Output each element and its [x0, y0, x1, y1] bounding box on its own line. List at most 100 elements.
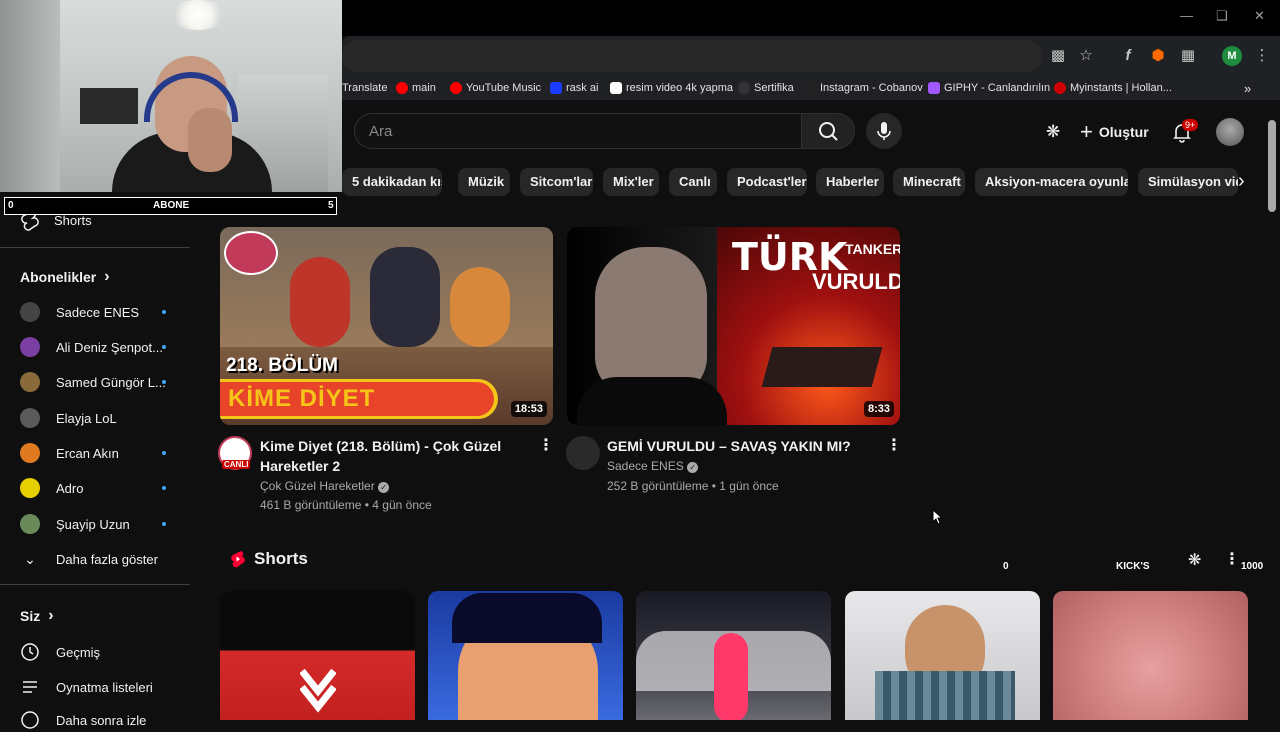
sidebar-item-watch-later[interactable]: Daha sonra izle [20, 708, 146, 732]
bookmark-translate[interactable]: Translate [342, 80, 387, 96]
sidebar-item-label: Daha sonra izle [56, 712, 147, 728]
shorts-more-icon[interactable]: ⋮ [1224, 549, 1240, 569]
browser-menu-icon[interactable]: ⋮ [1252, 46, 1272, 66]
thumbnail-person [450, 267, 510, 347]
bookmark-star-icon[interactable]: ☆ [1076, 46, 1096, 66]
sidebar-item-elayja[interactable]: Elayja LoL [20, 406, 117, 430]
show-more-button[interactable]: ⌄ Daha fazla göster [20, 547, 158, 571]
bookmark-sertifika[interactable]: Sertifika [738, 80, 794, 96]
sidebar-item-ali-deniz[interactable]: Ali Deniz Şenpot... [20, 335, 163, 359]
channel-name[interactable]: Çok Güzel Hareketler ✓ [260, 479, 390, 493]
close-icon[interactable]: ✕ [1254, 8, 1265, 24]
channel-avatar [20, 443, 40, 463]
profile-avatar[interactable]: M [1222, 46, 1242, 66]
bookmark-giphy[interactable]: GIPHY - Canlandırılın [928, 80, 1050, 96]
video-title[interactable]: Kime Diyet (218. Bölüm) - Çok Güzel Hare… [260, 436, 530, 476]
chevron-right-icon: › [48, 607, 54, 624]
restore-icon[interactable]: ❑ [1216, 8, 1228, 24]
video-thumbnail[interactable]: TÜRK TANKERİ VURULDU! 8:33 [567, 227, 900, 425]
video-title-line: GEMİ VURULDU – SAVAŞ YAKIN MI? [607, 438, 851, 454]
extension-fx-icon[interactable]: f [1118, 46, 1138, 66]
wall-edge [0, 0, 60, 192]
thumbnail-headline-text: VURULDU! [812, 269, 900, 294]
video-stats: 461 B görüntüleme • 4 gün önce [260, 498, 432, 512]
filter-chip[interactable]: Aksiyon-macera oyunları [975, 168, 1128, 196]
bookmark-main[interactable]: main [396, 80, 436, 96]
filter-chip[interactable]: Simülasyon vid [1138, 168, 1238, 196]
shorts-section-title: Shorts [230, 549, 308, 569]
short-thumbnail[interactable] [845, 591, 1040, 720]
ai-sparkle-icon: ❋ [1188, 552, 1202, 569]
extension-brave-icon[interactable]: ⬢ [1148, 46, 1168, 66]
bookmark-label: Sertifika [754, 82, 794, 94]
voice-search-button[interactable] [866, 113, 902, 149]
background-tv [80, 88, 138, 124]
short-thumbnail[interactable] [220, 591, 415, 720]
channel-name[interactable]: Sadece ENES ✓ [607, 459, 699, 473]
bookmark-myinstants[interactable]: Myinstants | Hollan... [1054, 80, 1172, 96]
page-scrollbar[interactable] [1268, 120, 1276, 212]
sidebar-item-label: Sadece ENES [56, 304, 140, 320]
live-badge: CANLI [222, 460, 251, 469]
address-bar[interactable] [342, 40, 1042, 72]
sidebar-item-suayip-uzun[interactable]: Şuayip Uzun [20, 512, 130, 536]
youtube-music-icon [450, 82, 462, 94]
filter-chip[interactable]: Podcast'ler [727, 168, 807, 196]
new-content-dot [162, 345, 166, 349]
sidebar-item-adro[interactable]: Adro [20, 476, 83, 500]
bookmark-instagram[interactable]: Instagram - Cobanov [804, 80, 923, 96]
person-hand [188, 108, 232, 172]
ai-sparkle-icon[interactable]: ❋ [1046, 122, 1066, 142]
sidebar-divider [0, 247, 190, 248]
sidebar-item-samed-gungor[interactable]: Samed Güngör L... [20, 370, 166, 394]
extensions-puzzle-icon[interactable]: ▦ [1178, 46, 1198, 66]
video-title[interactable]: GEMİ VURULDU – SAVAŞ YAKIN MI? [607, 436, 877, 456]
filter-chip[interactable]: Haberler [816, 168, 884, 196]
more-actions-icon[interactable]: ⋮ [886, 438, 902, 454]
create-button[interactable]: + Oluştur [1080, 120, 1149, 144]
sidebar-item-history[interactable]: Geçmiş [20, 640, 100, 664]
thumbnail-episode-text: 218. BÖLÜM [226, 355, 338, 376]
video-thumbnail[interactable]: 218. BÖLÜM KİME DİYET 18:53 [220, 227, 553, 425]
sidebar-item-playlists[interactable]: Oynatma listeleri [20, 675, 153, 699]
install-app-icon[interactable]: ▩ [1048, 46, 1068, 66]
sidebar-item-ercan-akin[interactable]: Ercan Akın [20, 441, 119, 465]
bookmark-label: main [412, 82, 436, 94]
bookmark-resim-video[interactable]: resim video 4k yapma [610, 80, 733, 96]
sidebar-item-label: Geçmiş [56, 644, 101, 660]
clock-icon [21, 711, 39, 729]
sidebar-divider [0, 584, 190, 585]
filter-chip[interactable]: Mix'ler [603, 168, 659, 196]
filter-chip[interactable]: Canlı [669, 168, 717, 196]
channel-avatar[interactable] [566, 436, 600, 470]
search-button[interactable] [801, 113, 855, 149]
sidebar-you-heading[interactable]: Siz › [20, 607, 54, 625]
sidebar-subscriptions-heading[interactable]: Abonelikler › [20, 268, 110, 286]
cartoon-hair [452, 593, 602, 643]
video-stats: 252 B görüntüleme • 1 gün önce [607, 479, 779, 493]
microphone-icon [877, 122, 891, 140]
short-thumbnail[interactable] [428, 591, 623, 720]
chips-next-chevron-icon[interactable]: › [1238, 170, 1245, 192]
channel-avatar[interactable]: CANLI [218, 436, 252, 470]
account-avatar[interactable] [1216, 118, 1244, 146]
thumbnail-suit [577, 377, 727, 425]
more-actions-icon[interactable]: ⋮ [538, 438, 554, 454]
short-thumbnail[interactable] [636, 591, 831, 720]
bookmark-rask-ai[interactable]: rask ai [550, 80, 598, 96]
bookmark-youtube-music[interactable]: YouTube Music [450, 80, 541, 96]
notification-badge: 9+ [1182, 119, 1199, 131]
search-input[interactable]: Ara [354, 113, 802, 149]
chevron-double-right-icon[interactable]: » [1244, 80, 1251, 96]
channel-avatar [20, 514, 40, 534]
filter-chip[interactable]: Minecraft [893, 168, 965, 196]
create-label: Oluştur [1098, 124, 1149, 140]
view-count: 252 B görüntüleme [607, 479, 709, 493]
short-thumbnail[interactable] [1053, 591, 1248, 720]
filter-chip[interactable]: Sitcom'lar [520, 168, 593, 196]
filter-chip[interactable]: Müzik [458, 168, 510, 196]
sidebar-item-sadece-enes[interactable]: Sadece ENES [20, 300, 139, 324]
filter-chip[interactable]: 5 dakikadan kısa [342, 168, 442, 196]
sidebar-item-label: Oynatma listeleri [56, 679, 153, 695]
minimize-icon[interactable]: — [1180, 8, 1193, 23]
